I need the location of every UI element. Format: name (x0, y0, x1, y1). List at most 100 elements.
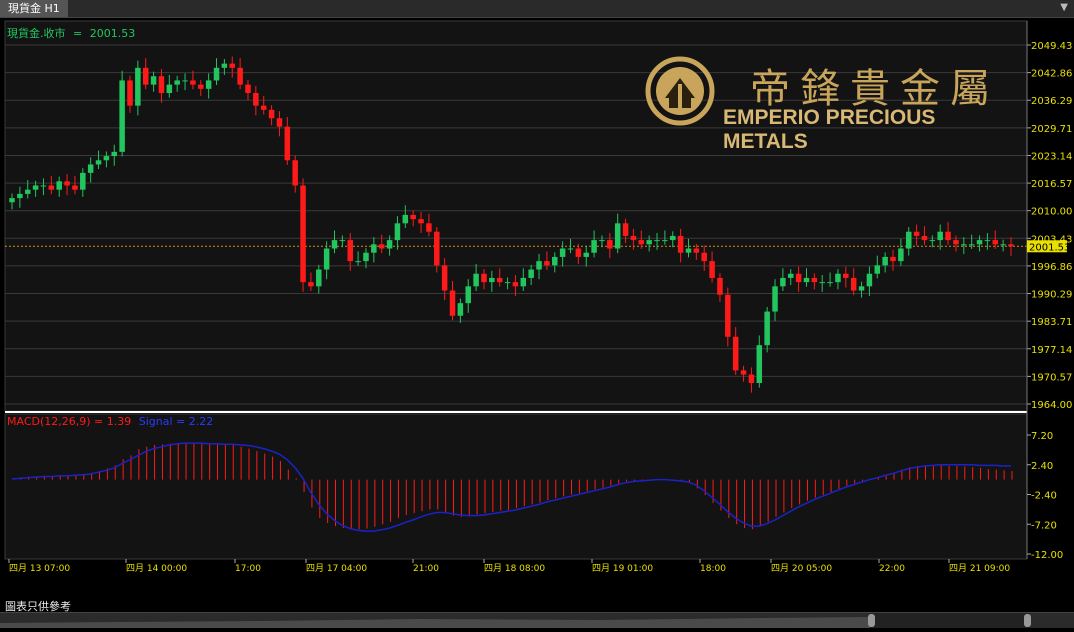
candle-body (245, 84, 251, 94)
candle-body (646, 240, 652, 245)
candle-body (166, 84, 173, 94)
candle-body (984, 240, 991, 242)
candle-body (260, 105, 267, 110)
time-tick-label: 18:00 (700, 564, 726, 574)
candle-body (622, 223, 629, 236)
chart-navigator[interactable] (0, 612, 1074, 628)
candle-body (583, 252, 589, 257)
candle-body (237, 67, 243, 85)
time-tick-label: 22:00 (879, 564, 905, 574)
candle-body (843, 273, 849, 278)
candle-body (552, 256, 558, 266)
candle-body (898, 248, 904, 262)
candle-body (607, 240, 613, 249)
candle-body (677, 235, 684, 253)
price-tick-label: 2029.71 (1031, 124, 1072, 135)
candle-body (363, 252, 369, 262)
candle-body (536, 261, 542, 270)
time-tick-label: 四月 20 05:00 (771, 563, 832, 574)
time-tick-label: 四月 19 01:00 (592, 563, 653, 574)
price-tick-label: 1977.14 (1031, 345, 1072, 356)
candle-body (253, 93, 259, 106)
price-tick-label: 1970.57 (1031, 372, 1072, 383)
candle-body (567, 248, 574, 250)
candle-body (992, 240, 999, 245)
candle-body (355, 261, 361, 263)
candle-body (945, 231, 951, 241)
candle-body (961, 244, 967, 246)
collapse-icon[interactable]: ▼ (1060, 2, 1068, 13)
candle-body (9, 198, 15, 203)
candle-body (142, 67, 149, 85)
candle-body (32, 185, 39, 190)
candle-body (103, 156, 110, 161)
time-tick-label: 四月 14 00:00 (126, 563, 187, 574)
macd-tick-label: -2.40 (1031, 491, 1057, 502)
candle-body (496, 277, 503, 283)
price-tick-label: 1983.71 (1031, 317, 1072, 328)
macd-tick-label: -7.20 (1031, 520, 1057, 531)
candle-body (323, 248, 330, 270)
candle-body (95, 160, 102, 165)
candle-body (819, 282, 825, 284)
candle-body (190, 80, 196, 85)
candle-body (87, 164, 94, 173)
time-tick-label: 四月 18 08:00 (484, 563, 545, 574)
navigator-left-handle[interactable] (868, 614, 875, 627)
candle-body (457, 303, 464, 316)
candle-body (913, 231, 920, 236)
candle-body (921, 235, 928, 241)
price-tick-label: 1996.86 (1031, 262, 1072, 273)
candle-body (559, 248, 566, 257)
candle-body (371, 244, 377, 253)
time-tick-label: 四月 13 07:00 (9, 563, 70, 574)
candle-body (874, 265, 881, 274)
candle-body (182, 80, 188, 82)
candle-body (347, 240, 353, 262)
candle-body (150, 76, 157, 85)
current-price-label: 2001.53 (1029, 242, 1070, 253)
brand-logo: 帝鋒貴金屬 EMPERIO PRECIOUS METALS (645, 54, 1025, 153)
tab-chart-xau-h1[interactable]: 現貨金 H1 (0, 0, 68, 17)
candle-body (638, 240, 645, 245)
candle-body (756, 345, 763, 383)
candle-body (64, 181, 70, 186)
candle-body (512, 282, 519, 287)
logo-en-text: EMPERIO PRECIOUS METALS (723, 106, 936, 153)
candle-body (937, 231, 943, 241)
candle-body (740, 370, 747, 375)
candle-body (976, 240, 983, 245)
chart-area[interactable]: 2049.43 2042.86 2036.29 2029.71 2023.14 2016.… (0, 18, 1074, 598)
navigator-preview (0, 613, 1030, 628)
candle-body (40, 185, 47, 187)
candle-body (968, 244, 975, 246)
candle-body (205, 80, 212, 89)
candle-body (835, 273, 841, 283)
candle-body (654, 240, 660, 242)
candle-body (544, 261, 550, 266)
candle-body (850, 277, 857, 291)
candle-body (284, 126, 291, 161)
candle-body (410, 214, 416, 220)
candle-body (198, 84, 204, 89)
candle-body (732, 336, 739, 371)
candle-body (575, 248, 582, 257)
navigator-right-handle[interactable] (1024, 614, 1031, 627)
price-header-value: 2001.53 (90, 27, 136, 40)
candle-body (465, 286, 471, 304)
candle-body (882, 256, 888, 266)
candle-body (827, 282, 833, 284)
price-tick-label: 1990.29 (1031, 290, 1072, 301)
candle-body (221, 63, 228, 68)
candle-body (386, 240, 393, 249)
candle-body (890, 256, 896, 262)
macd-header: MACD(12,26,9) = 1.39 Signal = 2.22 (7, 415, 213, 428)
price-header-label: 現貨金.收市 (7, 26, 66, 40)
candle-body (858, 286, 865, 291)
candle-body (591, 240, 597, 253)
chart-footer: 圖表只供參考 (0, 598, 1074, 629)
candle-body (300, 185, 306, 283)
candle-body (308, 282, 314, 287)
candle-body (953, 240, 959, 245)
macd-value-label: MACD(12,26,9) = 1.39 (7, 415, 131, 428)
